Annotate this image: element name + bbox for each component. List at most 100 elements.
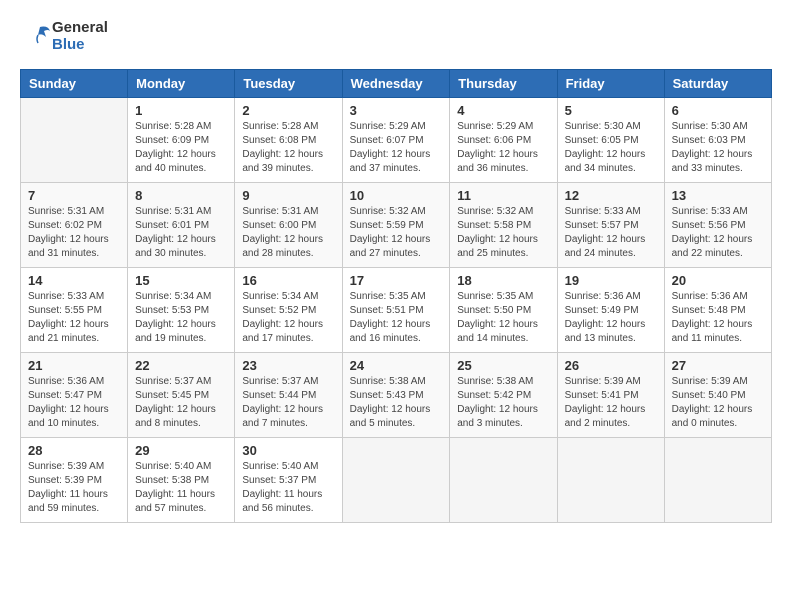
calendar-cell: 25 Sunrise: 5:38 AM Sunset: 5:42 PM Dayli… <box>450 353 557 438</box>
logo: General Blue <box>20 20 108 53</box>
calendar-cell: 20 Sunrise: 5:36 AM Sunset: 5:48 PM Dayli… <box>664 268 771 353</box>
calendar-cell: 18 Sunrise: 5:35 AM Sunset: 5:50 PM Dayli… <box>450 268 557 353</box>
calendar-header-row: SundayMondayTuesdayWednesdayThursdayFrid… <box>21 70 772 98</box>
day-info: Sunrise: 5:31 AM Sunset: 6:02 PM Dayligh… <box>28 205 120 261</box>
calendar-cell: 10 Sunrise: 5:32 AM Sunset: 5:59 PM Dayli… <box>342 183 450 268</box>
calendar-cell: 9Sunrise: 5:31 AM Sunset: 6:00 PM Daylig… <box>235 183 342 268</box>
day-info: Sunrise: 5:38 AM Sunset: 5:43 PM Dayligh… <box>350 375 443 431</box>
day-number: 2 <box>242 103 334 118</box>
day-info: Sunrise: 5:36 AM Sunset: 5:48 PM Dayligh… <box>672 290 764 346</box>
day-info: Sunrise: 5:28 AM Sunset: 6:08 PM Dayligh… <box>242 120 334 176</box>
day-info: Sunrise: 5:40 AM Sunset: 5:38 PM Dayligh… <box>135 460 227 516</box>
day-info: Sunrise: 5:38 AM Sunset: 5:42 PM Dayligh… <box>457 375 549 431</box>
day-of-week-header: Wednesday <box>342 70 450 98</box>
day-info: Sunrise: 5:32 AM Sunset: 5:59 PM Dayligh… <box>350 205 443 261</box>
calendar-cell: 13 Sunrise: 5:33 AM Sunset: 5:56 PM Dayli… <box>664 183 771 268</box>
day-number: 12 <box>565 188 657 203</box>
calendar-cell: 17 Sunrise: 5:35 AM Sunset: 5:51 PM Dayli… <box>342 268 450 353</box>
day-number: 23 <box>242 358 334 373</box>
calendar-cell: 11 Sunrise: 5:32 AM Sunset: 5:58 PM Dayli… <box>450 183 557 268</box>
day-info: Sunrise: 5:29 AM Sunset: 6:07 PM Dayligh… <box>350 120 443 176</box>
day-info: Sunrise: 5:34 AM Sunset: 5:52 PM Dayligh… <box>242 290 334 346</box>
calendar-cell: 3 Sunrise: 5:29 AM Sunset: 6:07 PM Daylig… <box>342 98 450 183</box>
calendar-cell: 1Sunrise: 5:28 AM Sunset: 6:09 PM Daylig… <box>128 98 235 183</box>
calendar-cell: 27 Sunrise: 5:39 AM Sunset: 5:40 PM Dayli… <box>664 353 771 438</box>
day-number: 6 <box>672 103 764 118</box>
day-number: 20 <box>672 273 764 288</box>
day-number: 28 <box>28 443 120 458</box>
day-number: 26 <box>565 358 657 373</box>
calendar-cell: 16Sunrise: 5:34 AM Sunset: 5:52 PM Dayli… <box>235 268 342 353</box>
day-number: 29 <box>135 443 227 458</box>
day-number: 19 <box>565 273 657 288</box>
day-info: Sunrise: 5:33 AM Sunset: 5:56 PM Dayligh… <box>672 205 764 261</box>
calendar-cell <box>450 438 557 523</box>
day-number: 30 <box>242 443 334 458</box>
day-info: Sunrise: 5:30 AM Sunset: 6:05 PM Dayligh… <box>565 120 657 176</box>
day-info: Sunrise: 5:39 AM Sunset: 5:41 PM Dayligh… <box>565 375 657 431</box>
calendar-cell: 12 Sunrise: 5:33 AM Sunset: 5:57 PM Dayli… <box>557 183 664 268</box>
calendar-week-row: 28Sunrise: 5:39 AM Sunset: 5:39 PM Dayli… <box>21 438 772 523</box>
day-info: Sunrise: 5:37 AM Sunset: 5:44 PM Dayligh… <box>242 375 334 431</box>
day-number: 11 <box>457 188 549 203</box>
day-number: 18 <box>457 273 549 288</box>
calendar-cell: 19 Sunrise: 5:36 AM Sunset: 5:49 PM Dayli… <box>557 268 664 353</box>
day-info: Sunrise: 5:39 AM Sunset: 5:40 PM Dayligh… <box>672 375 764 431</box>
day-number: 17 <box>350 273 443 288</box>
day-number: 21 <box>28 358 120 373</box>
day-number: 13 <box>672 188 764 203</box>
logo-text: General Blue <box>20 20 108 53</box>
day-info: Sunrise: 5:32 AM Sunset: 5:58 PM Dayligh… <box>457 205 549 261</box>
calendar-table: SundayMondayTuesdayWednesdayThursdayFrid… <box>20 69 772 523</box>
day-number: 8 <box>135 188 227 203</box>
calendar-cell: 7 Sunrise: 5:31 AM Sunset: 6:02 PM Daylig… <box>21 183 128 268</box>
day-of-week-header: Monday <box>128 70 235 98</box>
calendar-cell <box>557 438 664 523</box>
day-number: 24 <box>350 358 443 373</box>
calendar-cell: 28Sunrise: 5:39 AM Sunset: 5:39 PM Dayli… <box>21 438 128 523</box>
calendar-cell: 21Sunrise: 5:36 AM Sunset: 5:47 PM Dayli… <box>21 353 128 438</box>
day-info: Sunrise: 5:36 AM Sunset: 5:49 PM Dayligh… <box>565 290 657 346</box>
calendar-cell <box>21 98 128 183</box>
day-number: 4 <box>457 103 549 118</box>
calendar-cell: 14Sunrise: 5:33 AM Sunset: 5:55 PM Dayli… <box>21 268 128 353</box>
day-number: 14 <box>28 273 120 288</box>
calendar-cell: 23 Sunrise: 5:37 AM Sunset: 5:44 PM Dayli… <box>235 353 342 438</box>
logo-line2: Blue <box>52 37 108 54</box>
day-of-week-header: Thursday <box>450 70 557 98</box>
calendar-cell: 22 Sunrise: 5:37 AM Sunset: 5:45 PM Dayli… <box>128 353 235 438</box>
calendar-cell: 15Sunrise: 5:34 AM Sunset: 5:53 PM Dayli… <box>128 268 235 353</box>
day-number: 10 <box>350 188 443 203</box>
day-info: Sunrise: 5:35 AM Sunset: 5:50 PM Dayligh… <box>457 290 549 346</box>
day-info: Sunrise: 5:37 AM Sunset: 5:45 PM Dayligh… <box>135 375 227 431</box>
page-header: General Blue <box>20 20 772 53</box>
day-number: 3 <box>350 103 443 118</box>
calendar-cell: 5Sunrise: 5:30 AM Sunset: 6:05 PM Daylig… <box>557 98 664 183</box>
calendar-week-row: 1Sunrise: 5:28 AM Sunset: 6:09 PM Daylig… <box>21 98 772 183</box>
day-of-week-header: Tuesday <box>235 70 342 98</box>
day-info: Sunrise: 5:35 AM Sunset: 5:51 PM Dayligh… <box>350 290 443 346</box>
calendar-cell: 26 Sunrise: 5:39 AM Sunset: 5:41 PM Dayli… <box>557 353 664 438</box>
day-number: 27 <box>672 358 764 373</box>
day-info: Sunrise: 5:33 AM Sunset: 5:57 PM Dayligh… <box>565 205 657 261</box>
calendar-cell <box>342 438 450 523</box>
day-number: 22 <box>135 358 227 373</box>
day-info: Sunrise: 5:31 AM Sunset: 6:01 PM Dayligh… <box>135 205 227 261</box>
day-of-week-header: Sunday <box>21 70 128 98</box>
day-info: Sunrise: 5:30 AM Sunset: 6:03 PM Dayligh… <box>672 120 764 176</box>
day-number: 9 <box>242 188 334 203</box>
day-number: 15 <box>135 273 227 288</box>
day-of-week-header: Friday <box>557 70 664 98</box>
calendar-cell: 8 Sunrise: 5:31 AM Sunset: 6:01 PM Daylig… <box>128 183 235 268</box>
calendar-cell: 30Sunrise: 5:40 AM Sunset: 5:37 PM Dayli… <box>235 438 342 523</box>
calendar-week-row: 21Sunrise: 5:36 AM Sunset: 5:47 PM Dayli… <box>21 353 772 438</box>
day-number: 7 <box>28 188 120 203</box>
calendar-week-row: 14Sunrise: 5:33 AM Sunset: 5:55 PM Dayli… <box>21 268 772 353</box>
logo-line1: General <box>52 20 108 37</box>
day-number: 1 <box>135 103 227 118</box>
calendar-cell: 29 Sunrise: 5:40 AM Sunset: 5:38 PM Dayli… <box>128 438 235 523</box>
calendar-week-row: 7 Sunrise: 5:31 AM Sunset: 6:02 PM Daylig… <box>21 183 772 268</box>
calendar-cell: 24 Sunrise: 5:38 AM Sunset: 5:43 PM Dayli… <box>342 353 450 438</box>
day-number: 25 <box>457 358 549 373</box>
calendar-cell <box>664 438 771 523</box>
